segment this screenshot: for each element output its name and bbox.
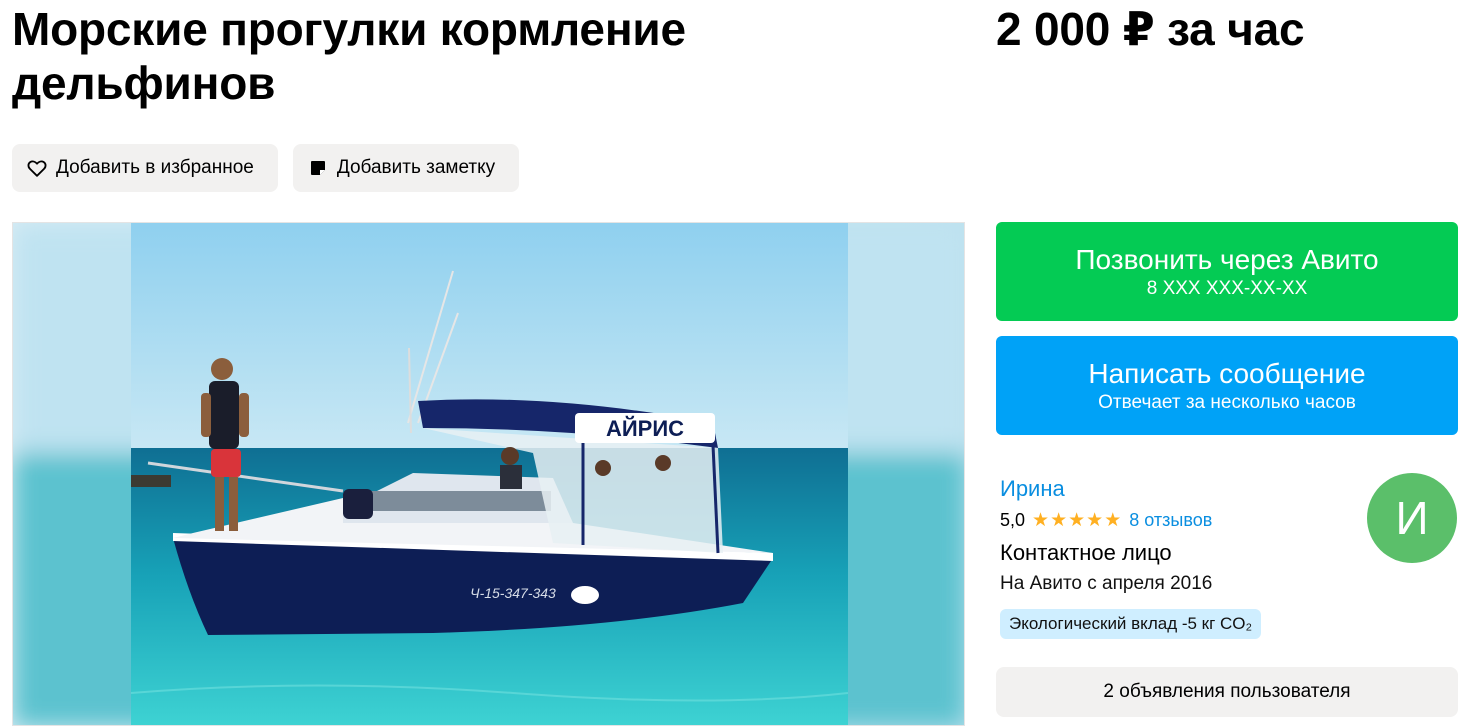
reviews-link[interactable]: 8 отзывов xyxy=(1129,510,1212,531)
star-icon: ★ xyxy=(1104,509,1122,531)
message-button-label: Написать сообщение xyxy=(1088,357,1366,389)
rating-stars: ★ ★ ★ ★ ★ xyxy=(1032,509,1122,531)
add-to-favorites-button[interactable]: Добавить в избранное xyxy=(12,144,278,192)
listing-actions: Добавить в избранное Добавить заметку xyxy=(12,144,520,192)
photo-gallery[interactable]: АЙРИС Ч-15-347-343 xyxy=(12,222,965,726)
seller-name-link[interactable]: Ирина xyxy=(1000,476,1065,502)
message-button-sub: Отвечает за несколько часов xyxy=(1098,391,1356,413)
note-icon xyxy=(307,157,329,179)
add-note-label: Добавить заметку xyxy=(336,157,496,178)
star-icon: ★ xyxy=(1050,509,1068,531)
seller-listings-button[interactable]: 2 объявления пользователя xyxy=(996,667,1458,717)
star-icon: ★ xyxy=(1068,509,1086,531)
seller-since: На Авито с апреля 2016 xyxy=(1000,573,1213,594)
call-button-label: Позвонить через Авито xyxy=(1075,243,1379,275)
boat-number: Ч-15-347-343 xyxy=(470,585,556,601)
seller-type: Контактное лицо xyxy=(1000,540,1172,565)
write-message-button[interactable]: Написать сообщение Отвечает за несколько… xyxy=(996,336,1458,435)
listing-price: 2 000 ₽ за час xyxy=(996,3,1305,55)
seller-avatar[interactable]: И xyxy=(1367,473,1457,563)
heart-icon xyxy=(26,157,48,179)
add-to-favorites-label: Добавить в избранное xyxy=(56,157,254,178)
eco-badge[interactable]: Экологический вклад -5 кг CO₂ xyxy=(1000,609,1262,639)
call-button-phone: 8 XXX XXX-XX-XX xyxy=(1146,277,1308,299)
boat-name: АЙРИС xyxy=(606,416,684,441)
star-icon: ★ xyxy=(1086,509,1104,531)
add-note-button[interactable]: Добавить заметку xyxy=(292,144,520,192)
seller-rating: 5,0 ★ ★ ★ ★ ★ 8 отзывов xyxy=(1000,510,1212,531)
rating-value: 5,0 xyxy=(1000,510,1026,530)
star-icon: ★ xyxy=(1032,509,1050,531)
listing-title: Морские прогулки кормление дельфинов xyxy=(12,3,686,109)
call-via-avito-button[interactable]: Позвонить через Авито 8 XXX XXX-XX-XX xyxy=(996,222,1458,321)
listing-photo: АЙРИС Ч-15-347-343 xyxy=(13,223,964,725)
